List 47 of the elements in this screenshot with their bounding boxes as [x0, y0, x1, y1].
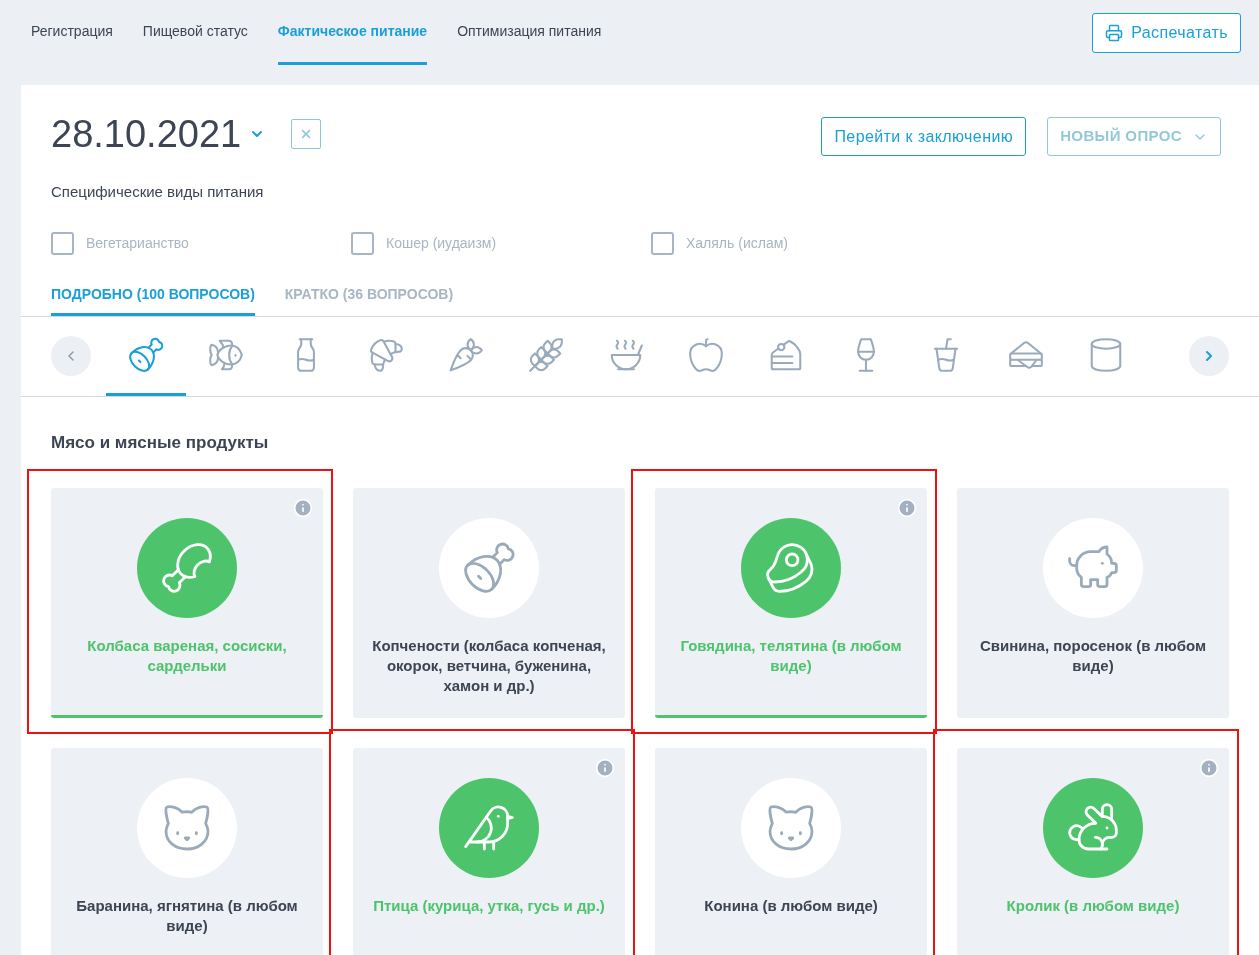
nav-tab[interactable]: Пищевой статус [142, 0, 248, 65]
nav-tab[interactable]: Регистрация [31, 0, 113, 65]
wheat-icon [527, 335, 565, 374]
food-card[interactable]: Птица (курица, утка, гусь и др.) [353, 748, 625, 955]
food-label: Кролик (в любом виде) [1006, 896, 1180, 916]
checkbox[interactable] [351, 231, 374, 255]
food-label: Копчености (колбаса копченая, окорок, ветчина, буженина, хамон и др.) [371, 636, 607, 696]
mode-tab[interactable]: КРАТКО (36 ВОПРОСОВ) [284, 276, 454, 316]
conclusion-button[interactable]: Перейти к заключению [821, 117, 1027, 156]
food-label: Свинина, поросенок (в любом виде) [978, 636, 1208, 676]
food-card[interactable]: Баранина, ягнятина (в любом виде) [51, 748, 323, 955]
clear-date-button[interactable] [291, 119, 322, 149]
info-icon[interactable] [897, 498, 917, 518]
food-card[interactable]: Кролик (в любом виде) [957, 748, 1229, 955]
mode-tab[interactable]: ПОДРОБНО (100 ВОПРОСОВ) [51, 276, 255, 316]
ham-icon [127, 335, 165, 374]
checkbox-label: Кошер (иудаизм) [386, 233, 497, 253]
info-icon[interactable] [595, 758, 615, 778]
nav-tab[interactable]: Фактическое питание [277, 0, 428, 65]
food-label: Баранина, ягнятина (в любом виде) [75, 896, 299, 936]
food-label: Говядина, телятина (в любом виде) [679, 636, 903, 676]
food-card[interactable]: Колбаса вареная, сосиски, сардельки [51, 488, 323, 718]
info-icon[interactable] [1199, 758, 1219, 778]
checkbox-label: Вегетарианство [86, 233, 189, 253]
checkbox[interactable] [651, 231, 674, 255]
food-label: Колбаса вареная, сосиски, сардельки [86, 636, 288, 676]
nav-tab[interactable]: Оптимизация питания [457, 0, 602, 65]
date-text: 28.10.2021 [51, 115, 242, 153]
food-label: Птица (курица, утка, гусь и др.) [373, 896, 605, 916]
checkbox[interactable] [51, 231, 74, 255]
food-card[interactable]: Копчености (колбаса копченая, окорок, ветчина, буженина, хамон и др.) [353, 488, 625, 718]
ham-icon [461, 540, 517, 596]
scroll-left-button[interactable] [51, 336, 91, 376]
scroll-right-button[interactable] [1189, 336, 1229, 376]
print-button[interactable]: Распечатать [1092, 12, 1241, 53]
info-icon[interactable] [293, 498, 313, 518]
section-title: Мясо и мясные продукты [50, 431, 270, 454]
carrot-icon [447, 335, 485, 374]
section-label: Специфические виды питания [50, 182, 265, 202]
printer-icon [1105, 23, 1124, 42]
food-card[interactable]: Конина (в любом виде) [655, 748, 927, 955]
new-survey-button[interactable]: НОВЫЙ ОПРОС [1047, 117, 1221, 156]
food-card[interactable]: Свинина, поросенок (в любом виде) [957, 488, 1229, 718]
apple-icon [687, 335, 725, 374]
food-card[interactable]: Говядина, телятина (в любом виде) [655, 488, 927, 718]
checkbox-label: Халяль (ислам) [686, 233, 788, 253]
food-label: Конина (в любом виде) [704, 896, 878, 916]
